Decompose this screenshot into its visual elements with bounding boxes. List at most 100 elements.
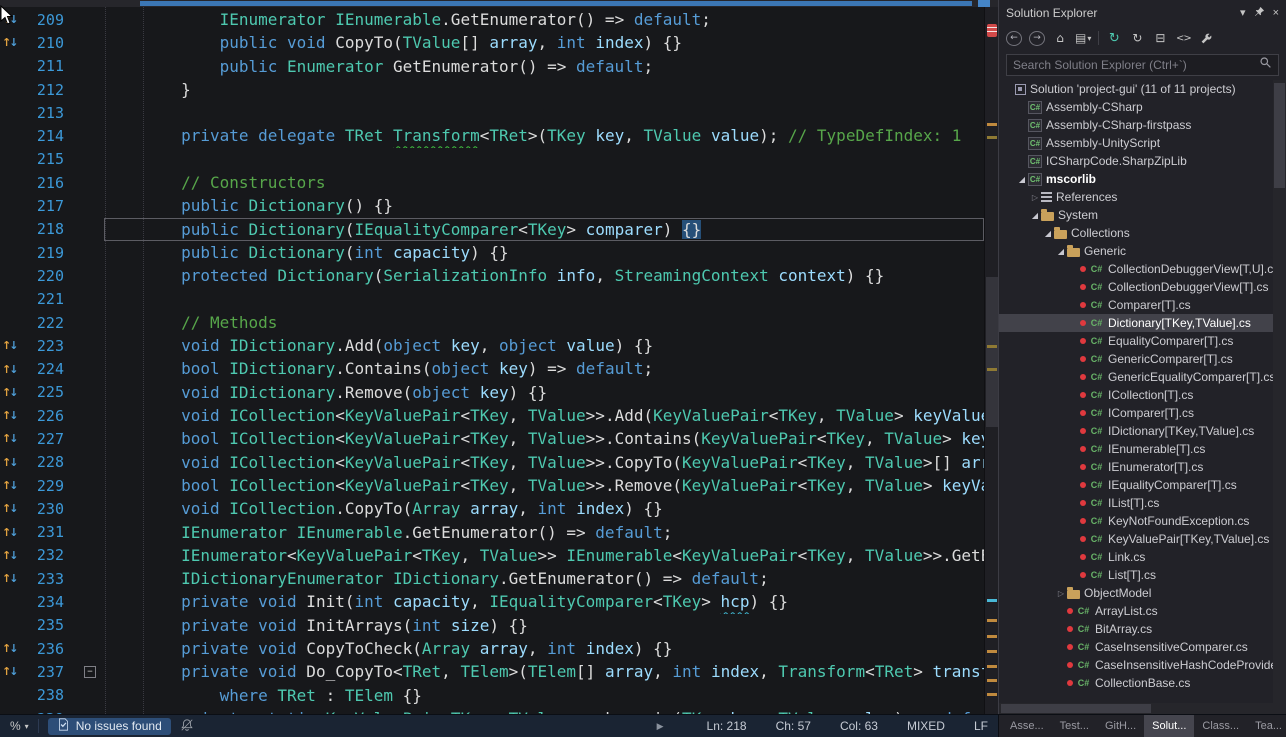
tree-item-collections[interactable]: ◢Collections	[999, 224, 1286, 242]
implements-glyph-icon[interactable]: ↑↓	[0, 642, 20, 655]
tree-item-solution-project-gui-11-of-11-projects[interactable]: Solution 'project-gui' (11 of 11 project…	[999, 80, 1286, 98]
code-text[interactable]: private void InitArrays(int size) {}	[104, 614, 528, 637]
forward-icon[interactable]: →	[1029, 31, 1045, 46]
code-text[interactable]: // Methods	[104, 311, 277, 334]
code-text[interactable]: private static KeyValuePair<TKey, TValue…	[104, 707, 984, 714]
view-mode-icon[interactable]: ▤▾	[1075, 30, 1091, 47]
tree-item-equalitycomparer-t-cs[interactable]: C#EqualityComparer[T].cs	[999, 332, 1286, 350]
implements-glyph-icon[interactable]: ↑↓	[0, 36, 20, 49]
chevron-collapsed-icon[interactable]: ▷	[1029, 193, 1041, 202]
code-text[interactable]: IEnumerator IEnumerable.GetEnumerator() …	[104, 8, 711, 31]
implements-glyph-icon[interactable]: ↑↓	[0, 572, 20, 585]
code-text[interactable]: bool ICollection<KeyValuePair<TKey, TVal…	[104, 427, 984, 450]
implements-glyph-icon[interactable]: ↑↓	[0, 339, 20, 352]
implements-glyph-icon[interactable]: ↑↓	[0, 502, 20, 515]
panel-options-caret-icon[interactable]: ▾	[1240, 6, 1246, 19]
tree-item-keyvaluepair-tkey-tvalue-cs[interactable]: C#KeyValuePair[TKey,TValue].cs	[999, 530, 1286, 548]
tree-item-system[interactable]: ◢System	[999, 206, 1286, 224]
chevron-expanded-icon[interactable]: ◢	[1042, 229, 1054, 238]
tree-hscrollbar[interactable]	[999, 703, 1286, 714]
collapse-all-icon[interactable]: ⊟	[1152, 30, 1168, 47]
panel-tab-gith[interactable]: GitH...	[1097, 715, 1144, 737]
code-text[interactable]: private void Do_CopyTo<TRet, TElem>(TEle…	[104, 660, 984, 683]
tree-item-caseinsensitivecomparer-cs[interactable]: C#CaseInsensitiveComparer.cs	[999, 638, 1286, 656]
panel-tab-solut[interactable]: Solut...	[1144, 715, 1194, 737]
tree-item-caseinsensitivehashcodeprovider-cs[interactable]: C#CaseInsensitiveHashCodeProvider.cs	[999, 656, 1286, 674]
implements-glyph-icon[interactable]: ↑↓	[0, 456, 20, 469]
tree-vscrollbar-thumb[interactable]	[1274, 83, 1285, 188]
code-view-icon[interactable]: <>	[1175, 30, 1191, 47]
code-text[interactable]: IEnumerator IEnumerable.GetEnumerator() …	[104, 521, 672, 544]
vscrollbar-thumb[interactable]	[986, 277, 998, 427]
code-text[interactable]: bool IDictionary.Contains(object key) =>…	[104, 357, 653, 380]
tree-item-comparer-t-cs[interactable]: C#Comparer[T].cs	[999, 296, 1286, 314]
implements-glyph-icon[interactable]: ↑↓	[0, 526, 20, 539]
zoom-control[interactable]: %▾	[10, 719, 29, 733]
properties-wrench-icon[interactable]	[1198, 30, 1214, 47]
implements-glyph-icon[interactable]: ↑↓	[0, 479, 20, 492]
tree-item-assembly-csharp-firstpass[interactable]: C#Assembly-CSharp-firstpass	[999, 116, 1286, 134]
eol-indicator[interactable]: LF	[974, 719, 988, 733]
tree-item-collectiondebuggerview-t-u-cs[interactable]: C#CollectionDebuggerView[T,U].cs	[999, 260, 1286, 278]
implements-glyph-icon[interactable]: ↑↓	[0, 665, 20, 678]
implements-glyph-icon[interactable]: ↑↓	[0, 363, 20, 376]
code-text[interactable]: public Dictionary() {}	[104, 194, 393, 217]
code-text[interactable]: protected Dictionary(SerializationInfo i…	[104, 264, 884, 287]
chevron-expanded-icon[interactable]: ◢	[1016, 175, 1028, 184]
implements-glyph-icon[interactable]: ↑↓	[0, 432, 20, 445]
tree-item-iequalitycomparer-t-cs[interactable]: C#IEqualityComparer[T].cs	[999, 476, 1286, 494]
tree-item-assembly-unityscript[interactable]: C#Assembly-UnityScript	[999, 134, 1286, 152]
close-icon[interactable]: ×	[1273, 7, 1279, 19]
code-text[interactable]: IEnumerator<KeyValuePair<TKey, TValue>> …	[104, 544, 984, 567]
fold-minus-icon[interactable]: −	[84, 666, 96, 678]
tree-item-keynotfoundexception-cs[interactable]: C#KeyNotFoundException.cs	[999, 512, 1286, 530]
tree-item-ilist-t-cs[interactable]: C#IList[T].cs	[999, 494, 1286, 512]
tree-item-collectionbase-cs[interactable]: C#CollectionBase.cs	[999, 674, 1286, 692]
tree-item-ienumerator-t-cs[interactable]: C#IEnumerator[T].cs	[999, 458, 1286, 476]
notifications-muted-icon[interactable]	[180, 718, 194, 735]
column-indicator[interactable]: Col: 63	[840, 719, 878, 733]
code-text[interactable]: void ICollection<KeyValuePair<TKey, TVal…	[104, 404, 984, 427]
code-text[interactable]: private void CopyToCheck(Array array, in…	[104, 637, 672, 660]
code-text[interactable]: IDictionaryEnumerator IDictionary.GetEnu…	[104, 567, 769, 590]
panel-header[interactable]: Solution Explorer ▾ ×	[999, 0, 1286, 25]
tree-item-icomparer-t-cs[interactable]: C#IComparer[T].cs	[999, 404, 1286, 422]
code-text[interactable]: }	[104, 78, 191, 101]
hscrollbar-thumb[interactable]	[140, 1, 972, 6]
tree-item-objectmodel[interactable]: ▷ObjectModel	[999, 584, 1286, 602]
chevron-expanded-icon[interactable]: ◢	[1055, 247, 1067, 256]
tree-item-icollection-t-cs[interactable]: C#ICollection[T].cs	[999, 386, 1286, 404]
tree-item-generic[interactable]: ◢Generic	[999, 242, 1286, 260]
code-text[interactable]: void ICollection<KeyValuePair<TKey, TVal…	[104, 451, 984, 474]
search-icon[interactable]	[1259, 56, 1272, 74]
chevron-collapsed-icon[interactable]: ▷	[1055, 589, 1067, 598]
hscrollbar-end-button[interactable]	[978, 0, 990, 7]
code-text[interactable]: where TRet : TElem {}	[104, 684, 422, 707]
char-indicator[interactable]: Ch: 57	[776, 719, 811, 733]
editor-vscrollbar[interactable]	[984, 7, 998, 714]
implements-glyph-icon[interactable]: ↑↓	[0, 409, 20, 422]
fold-collapse-button[interactable]: −	[76, 666, 104, 678]
code-text[interactable]: public Dictionary(int capacity) {}	[104, 241, 509, 264]
tree-item-genericcomparer-t-cs[interactable]: C#GenericComparer[T].cs	[999, 350, 1286, 368]
code-text[interactable]: void IDictionary.Add(object key, object …	[104, 334, 653, 357]
editor-top-scrollbar[interactable]	[0, 0, 998, 7]
issues-indicator[interactable]: No issues found	[48, 718, 171, 735]
tree-vscrollbar[interactable]	[1273, 80, 1286, 703]
panel-tab-test[interactable]: Test...	[1052, 715, 1097, 737]
sync-with-active-document-icon[interactable]: ↻	[1106, 30, 1122, 47]
panel-tab-tea[interactable]: Tea...	[1247, 715, 1286, 737]
back-icon[interactable]: ←	[1006, 31, 1022, 46]
code-area[interactable]: ↑↓209 IEnumerator IEnumerable.GetEnumera…	[0, 7, 984, 714]
line-indicator[interactable]: Ln: 218	[707, 719, 747, 733]
panel-tab-class[interactable]: Class...	[1194, 715, 1247, 737]
code-text[interactable]: void IDictionary.Remove(object key) {}	[104, 381, 547, 404]
code-text[interactable]: public Dictionary(IEqualityComparer<TKey…	[104, 218, 701, 241]
refresh-icon[interactable]: ↻	[1129, 30, 1145, 47]
tree-item-idictionary-tkey-tvalue-cs[interactable]: C#IDictionary[TKey,TValue].cs	[999, 422, 1286, 440]
tree-item-collectiondebuggerview-t-cs[interactable]: C#CollectionDebuggerView[T].cs	[999, 278, 1286, 296]
tree-item-genericequalitycomparer-t-cs[interactable]: C#GenericEqualityComparer[T].cs	[999, 368, 1286, 386]
code-text[interactable]: public void CopyTo(TValue[] array, int i…	[104, 31, 682, 54]
pin-icon[interactable]	[1254, 6, 1265, 20]
tree-item-list-t-cs[interactable]: C#List[T].cs	[999, 566, 1286, 584]
